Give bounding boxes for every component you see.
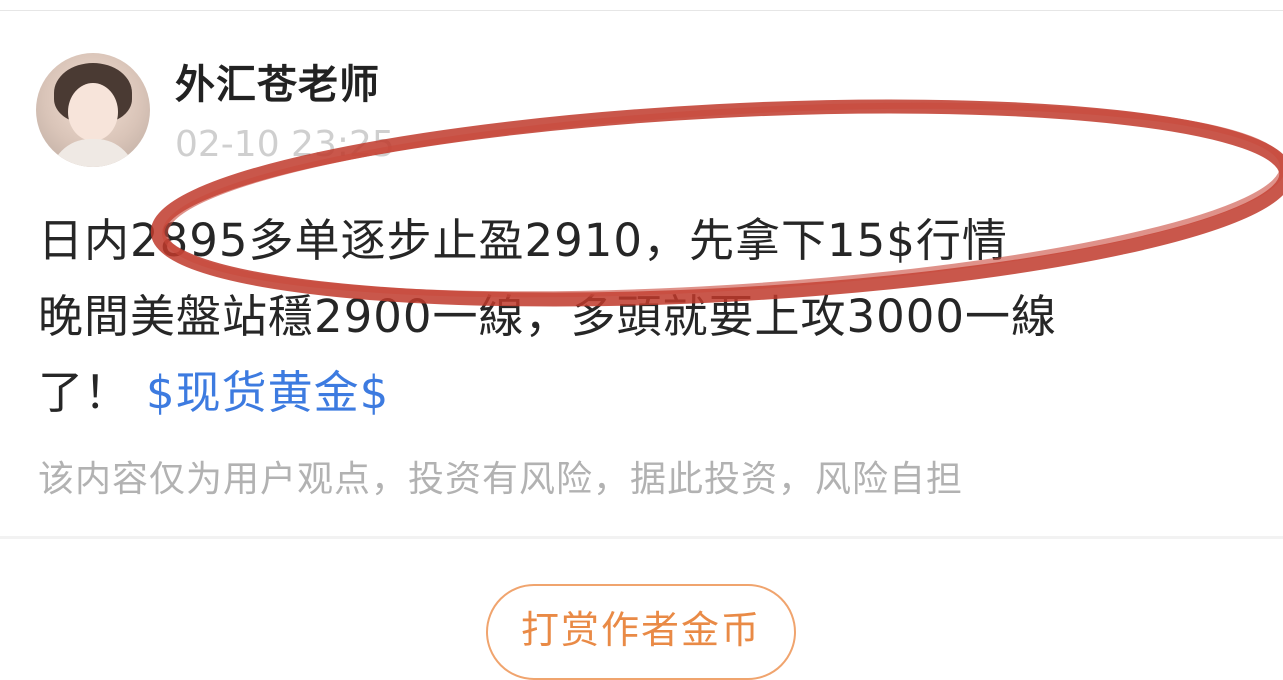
post-line-3: 了！ $现货黄金$ bbox=[38, 355, 1268, 431]
post-line-1: 日内2895多单逐步止盈2910，先拿下15$行情 bbox=[38, 214, 1008, 267]
tip-author-button[interactable]: 打赏作者金币 bbox=[486, 584, 796, 680]
section-divider bbox=[0, 536, 1283, 539]
post-timestamp: 02-10 23:25 bbox=[175, 124, 395, 165]
author-avatar[interactable] bbox=[36, 53, 150, 167]
risk-disclaimer: 该内容仅为用户观点，投资有风险，据此投资，风险自担 bbox=[38, 459, 964, 500]
top-divider bbox=[0, 10, 1283, 11]
avatar-body bbox=[50, 139, 136, 167]
post-line-2: 晚間美盤站穩2900一線，多頭就要上攻3000一線 bbox=[38, 290, 1058, 343]
topic-tag-link[interactable]: $现货黄金$ bbox=[146, 366, 389, 419]
avatar-face bbox=[68, 83, 118, 141]
author-name[interactable]: 外汇苍老师 bbox=[175, 52, 380, 110]
post-content: 日内2895多单逐步止盈2910，先拿下15$行情 晚間美盤站穩2900一線，多… bbox=[38, 203, 1268, 431]
post-line-3-text: 了！ bbox=[38, 366, 131, 419]
